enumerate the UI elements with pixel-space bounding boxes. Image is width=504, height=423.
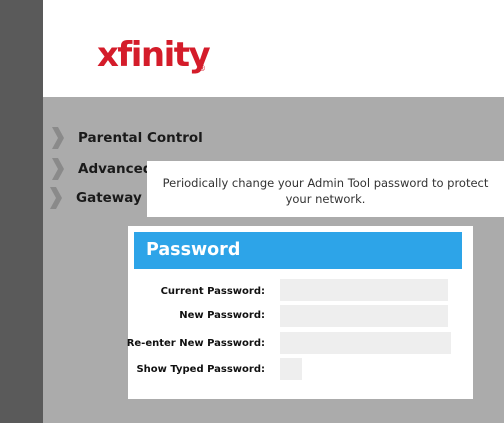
chevron-right-icon <box>50 187 62 209</box>
new-password-input[interactable] <box>280 305 448 327</box>
chevron-right-icon <box>52 158 64 180</box>
new-password-label: New Password: <box>179 310 265 321</box>
nav-item-parental-control[interactable]: Parental Control <box>52 126 203 150</box>
show-typed-password-checkbox[interactable] <box>280 358 302 380</box>
help-tooltip: Periodically change your Admin Tool pass… <box>147 161 504 217</box>
nav-item-label: Parental Control <box>78 130 203 146</box>
nav-item-label: Gateway <box>76 190 142 206</box>
chevron-right-icon <box>52 127 64 149</box>
reenter-password-input[interactable] <box>280 332 451 354</box>
nav-item-gateway[interactable]: Gateway <box>50 186 142 210</box>
registered-mark: ® <box>198 64 206 73</box>
xfinity-logo[interactable]: xfinity <box>97 38 211 72</box>
header: xfinity ® <box>43 0 504 97</box>
panel-title: Password <box>134 232 462 269</box>
current-password-label: Current Password: <box>160 286 265 297</box>
tooltip-text: Periodically change your Admin Tool pass… <box>162 176 489 206</box>
show-typed-password-label: Show Typed Password: <box>136 364 265 375</box>
nav-item-advanced[interactable]: Advanced <box>52 157 152 181</box>
reenter-password-label: Re-enter New Password: <box>126 338 265 349</box>
left-sidebar-strip <box>0 0 43 423</box>
password-panel: Password Current Password: New Password:… <box>126 226 473 399</box>
nav-item-label: Advanced <box>78 161 153 177</box>
current-password-input[interactable] <box>280 279 448 301</box>
